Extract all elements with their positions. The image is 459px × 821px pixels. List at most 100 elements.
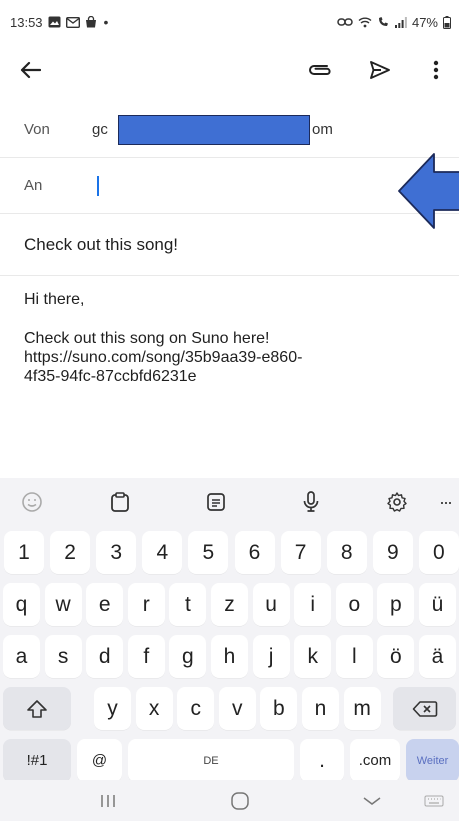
- status-left: 13:53 •: [10, 15, 108, 30]
- key-o[interactable]: o: [335, 583, 373, 626]
- key-k[interactable]: k: [294, 635, 332, 678]
- body-line: 4f35-94fc-87ccbfd6231e: [24, 368, 197, 385]
- link-icon: [337, 17, 353, 27]
- to-row: An: [0, 158, 459, 214]
- from-row[interactable]: Von gc om: [0, 102, 459, 158]
- backspace-icon: [412, 700, 437, 717]
- body-line: Check out this song on Suno here!: [24, 330, 270, 347]
- key-r[interactable]: r: [127, 583, 165, 626]
- hide-keyboard-button[interactable]: [342, 786, 402, 816]
- home-icon: [231, 792, 249, 810]
- key-8[interactable]: 8: [326, 531, 367, 574]
- key-1[interactable]: 1: [4, 531, 44, 574]
- navigation-bar: [0, 780, 459, 821]
- message-body[interactable]: Hi there, Check out this song on Suno he…: [24, 290, 444, 386]
- attach-button[interactable]: [298, 44, 342, 96]
- key-3[interactable]: 3: [96, 531, 137, 574]
- keyboard-icon: [424, 795, 444, 807]
- send-icon: [370, 61, 390, 79]
- key-l[interactable]: l: [335, 635, 373, 678]
- backspace-key[interactable]: [393, 687, 456, 730]
- microphone-icon: [303, 491, 319, 512]
- key-s[interactable]: s: [44, 635, 82, 678]
- key-f[interactable]: f: [127, 635, 165, 678]
- key-7[interactable]: 7: [280, 531, 321, 574]
- from-label: Von: [24, 121, 50, 138]
- key-x[interactable]: x: [135, 687, 173, 730]
- back-arrow-icon: [20, 61, 41, 79]
- subject-row: [0, 214, 459, 276]
- notification-dot-icon: •: [103, 14, 109, 30]
- gear-icon: [387, 492, 407, 512]
- key-j[interactable]: j: [252, 635, 290, 678]
- text-editing-button[interactable]: [200, 486, 232, 518]
- recents-button[interactable]: [78, 786, 138, 816]
- keyboard-settings-button[interactable]: [381, 486, 413, 518]
- more-vert-icon: [433, 60, 439, 80]
- wifi-icon: [358, 16, 372, 28]
- battery-icon: [443, 15, 451, 29]
- key-p[interactable]: p: [377, 583, 415, 626]
- key-4[interactable]: 4: [142, 531, 183, 574]
- key-u[interactable]: u: [252, 583, 290, 626]
- voice-input-button[interactable]: [295, 486, 327, 518]
- back-button[interactable]: [8, 44, 52, 96]
- body-greeting: Hi there,: [24, 291, 85, 308]
- key-d[interactable]: d: [86, 635, 124, 678]
- key-2[interactable]: 2: [50, 531, 91, 574]
- clipboard-button[interactable]: [104, 486, 136, 518]
- key-q[interactable]: q: [3, 583, 40, 626]
- dot-key[interactable]: .: [300, 739, 344, 782]
- key-v[interactable]: v: [218, 687, 256, 730]
- key-6[interactable]: 6: [234, 531, 275, 574]
- call-signal-icon: [377, 16, 390, 28]
- battery-percent: 47%: [411, 14, 438, 30]
- dotcom-key[interactable]: .com: [350, 739, 400, 782]
- key-0[interactable]: 0: [418, 531, 459, 574]
- status-right: 47%: [337, 15, 451, 30]
- more-options-button[interactable]: [418, 44, 454, 96]
- emoji-button[interactable]: [16, 486, 48, 518]
- keyboard-switch-button[interactable]: [414, 786, 454, 816]
- more-tools-button[interactable]: ···: [432, 486, 458, 518]
- key-i[interactable]: i: [294, 583, 332, 626]
- key-ö[interactable]: ö: [377, 635, 415, 678]
- key-n[interactable]: n: [302, 687, 339, 730]
- to-input[interactable]: [86, 168, 386, 204]
- emoji-icon: [22, 492, 42, 512]
- chevron-down-icon: [363, 797, 381, 805]
- text-caret: [97, 176, 99, 196]
- shopping-bag-icon: [85, 16, 97, 28]
- subject-input[interactable]: [24, 228, 444, 262]
- key-t[interactable]: t: [169, 583, 207, 626]
- key-y[interactable]: y: [94, 687, 131, 730]
- recents-icon: [101, 795, 115, 807]
- key-c[interactable]: c: [177, 687, 215, 730]
- key-a[interactable]: a: [3, 635, 40, 678]
- keyboard-toolbar: ···: [0, 478, 459, 526]
- key-z[interactable]: z: [211, 583, 248, 626]
- space-key[interactable]: DE: [128, 739, 294, 782]
- key-g[interactable]: g: [169, 635, 207, 678]
- compose-toolbar: [0, 44, 459, 96]
- enter-key[interactable]: Weiter: [406, 739, 459, 782]
- key-h[interactable]: h: [211, 635, 248, 678]
- key-ü[interactable]: ü: [419, 583, 456, 626]
- key-w[interactable]: w: [44, 583, 82, 626]
- symbols-key[interactable]: !#1: [3, 739, 71, 782]
- home-button[interactable]: [210, 786, 270, 816]
- shift-key[interactable]: [3, 687, 71, 730]
- key-ä[interactable]: ä: [419, 635, 456, 678]
- key-m[interactable]: m: [343, 687, 381, 730]
- from-value-end: om: [312, 121, 333, 138]
- gmail-icon: [65, 16, 80, 28]
- status-bar: 13:53 • 47%: [0, 0, 459, 44]
- send-button[interactable]: [358, 44, 402, 96]
- key-e[interactable]: e: [86, 583, 124, 626]
- key-b[interactable]: b: [260, 687, 298, 730]
- at-key[interactable]: @: [77, 739, 122, 782]
- key-5[interactable]: 5: [188, 531, 229, 574]
- signal-icon: [394, 16, 407, 28]
- text-editing-icon: [207, 493, 225, 511]
- key-9[interactable]: 9: [372, 531, 413, 574]
